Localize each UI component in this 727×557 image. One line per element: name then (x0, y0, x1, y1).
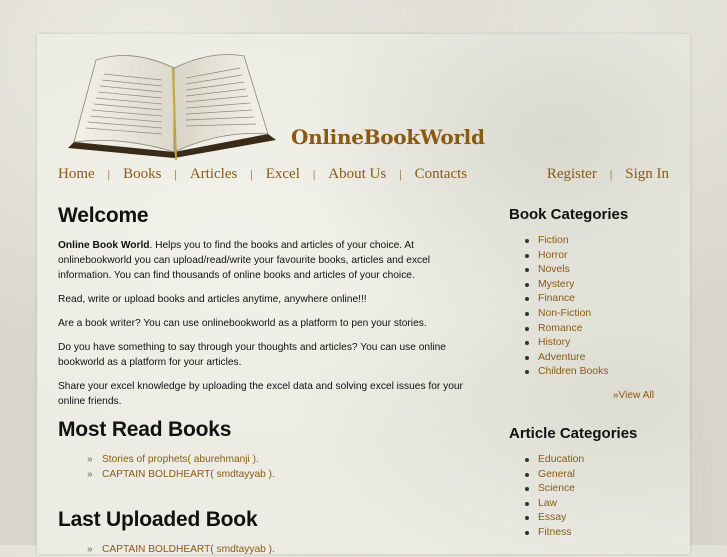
category-link-horror[interactable]: Horror (538, 250, 567, 261)
list-item: Finance (524, 292, 679, 307)
list-item: Science (524, 482, 679, 497)
list-item: Mystery (524, 278, 679, 293)
bullet-icon (525, 487, 529, 492)
most-read-heading: Most Read Books (58, 418, 232, 441)
list-item: Education (524, 453, 679, 468)
category-link-mystery[interactable]: Mystery (538, 279, 574, 290)
category-link-children-books[interactable]: Children Books (538, 366, 608, 377)
category-link-romance[interactable]: Romance (538, 323, 582, 334)
bullet-icon (525, 253, 529, 258)
bullet-icon (525, 297, 529, 302)
list-item: » Stories of prophets( aburehmanji ). (87, 452, 473, 467)
list-item: Romance (524, 322, 679, 337)
list-item: History (524, 336, 679, 351)
list-item: Children Books (524, 365, 679, 380)
nav-separator: | (312, 167, 316, 181)
nav-separator: | (174, 167, 177, 181)
bullet-icon (525, 355, 529, 360)
nav-separator: | (250, 167, 253, 181)
list-item: Non-Fiction (524, 307, 679, 322)
article-category-link-education[interactable]: Education (538, 454, 584, 465)
nav-home[interactable]: Home (58, 166, 95, 183)
list-item: Fitness (524, 526, 679, 541)
most-read-book-link[interactable]: Stories of prophets( aburehmanji ). (102, 454, 259, 465)
bullet-icon (525, 472, 529, 477)
main-nav: Home | Books | Articles | Excel | About … (58, 166, 669, 183)
bullet-icon (525, 501, 529, 506)
bullet-icon (525, 516, 529, 521)
nav-contacts[interactable]: Contacts (415, 166, 468, 183)
nav-separator: | (399, 167, 402, 181)
list-item: Fiction (524, 234, 679, 249)
nav-sign-in[interactable]: Sign In (625, 166, 669, 183)
open-book-icon (68, 54, 276, 160)
nav-register[interactable]: Register (547, 166, 597, 183)
book-categories-heading: Book Categories (509, 206, 629, 223)
bullet-icon (525, 530, 529, 535)
category-link-history[interactable]: History (538, 337, 570, 348)
list-marker: » (87, 469, 93, 480)
nav-separator: | (107, 167, 111, 181)
site-name-bold: Online Book World (58, 240, 150, 251)
book-categories-list: Fiction Horror Novels Mystery Finance No… (509, 234, 679, 380)
most-read-book-link[interactable]: CAPTAIN BOLDHEART( smdtayyab ). (102, 469, 275, 480)
last-uploaded-list: » CAPTAIN BOLDHEART( smdtayyab ). (58, 542, 473, 557)
article-categories-heading: Article Categories (509, 424, 638, 442)
list-item: » CAPTAIN BOLDHEART( smdtayyab ). (87, 542, 473, 557)
main-content: Welcome Online Book World. Helps you to … (58, 204, 473, 557)
list-marker: » (87, 454, 93, 465)
list-item: Novels (524, 263, 679, 278)
article-category-link-science[interactable]: Science (538, 483, 575, 494)
bullet-icon (525, 370, 529, 375)
category-link-adventure[interactable]: Adventure (538, 352, 585, 363)
last-uploaded-book-link[interactable]: CAPTAIN BOLDHEART( smdtayyab ). (102, 544, 275, 555)
category-link-fiction[interactable]: Fiction (538, 235, 569, 246)
list-item: Law (524, 497, 679, 512)
nav-separator: | (609, 167, 613, 181)
list-item: Horror (524, 249, 679, 264)
bullet-icon (525, 457, 529, 462)
bullet-icon (525, 311, 529, 316)
article-category-link-essay[interactable]: Essay (538, 512, 566, 523)
welcome-paragraph: Do you have something to say through you… (58, 342, 446, 368)
category-link-non-fiction[interactable]: Non-Fiction (538, 308, 591, 319)
site-title[interactable]: OnlineBookWorld (291, 125, 485, 149)
welcome-paragraph: Share your excel knowledge by uploading … (58, 381, 463, 407)
article-category-link-law[interactable]: Law (538, 498, 557, 509)
bullet-icon (525, 282, 529, 287)
list-item: » CAPTAIN BOLDHEART( smdtayyab ). (87, 467, 473, 482)
last-uploaded-heading: Last Uploaded Book (58, 508, 258, 531)
article-category-link-general[interactable]: General (538, 469, 575, 480)
welcome-paragraph: Are a book writer? You can use onlineboo… (58, 318, 427, 329)
bullet-icon (525, 326, 529, 331)
article-categories-list: Education General Science Law Essay Fitn… (509, 453, 679, 541)
category-link-novels[interactable]: Novels (538, 264, 570, 275)
nav-books[interactable]: Books (123, 166, 161, 183)
most-read-list: » Stories of prophets( aburehmanji ). » CA… (58, 452, 473, 482)
bullet-icon (525, 268, 529, 273)
bullet-icon (525, 239, 529, 243)
sidebar: Book Categories Fiction Horror Novels My… (509, 206, 679, 541)
welcome-heading: Welcome (58, 204, 149, 227)
nav-articles[interactable]: Articles (190, 166, 237, 183)
nav-about-us[interactable]: About Us (328, 166, 386, 183)
list-item: Essay (524, 511, 679, 526)
welcome-intro: Online Book World. Helps you to find the… (58, 238, 473, 283)
list-item: Adventure (524, 351, 679, 366)
list-marker: » (87, 544, 93, 555)
article-category-link-fitness[interactable]: Fitness (538, 527, 572, 538)
bullet-icon (525, 341, 529, 346)
welcome-paragraph: Read, write or upload books and articles… (58, 294, 367, 305)
view-all-link[interactable]: »View All (509, 390, 654, 401)
nav-excel[interactable]: Excel (266, 166, 300, 183)
list-item: General (524, 468, 679, 483)
category-link-finance[interactable]: Finance (538, 293, 575, 304)
